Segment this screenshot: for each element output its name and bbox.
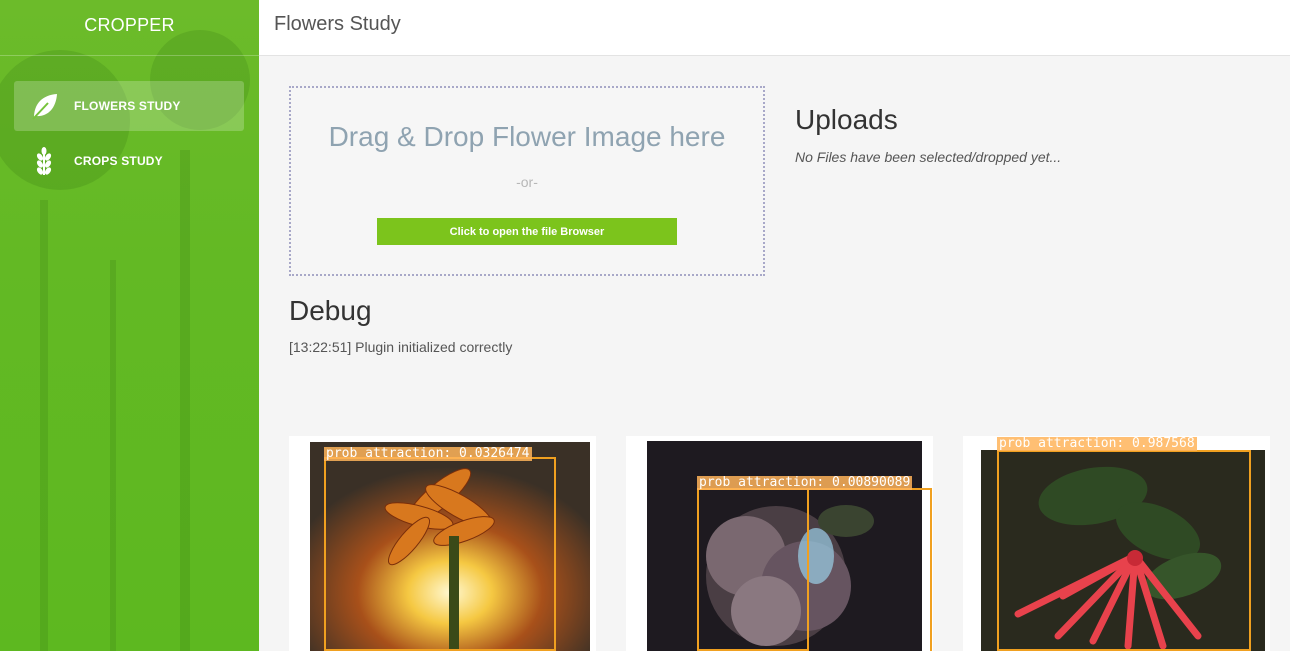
leaf-icon <box>28 90 60 122</box>
dropzone-title: Drag & Drop Flower Image here <box>328 121 726 152</box>
result-card[interactable]: prob attraction: 0.0326474 <box>289 436 596 651</box>
uploads-empty-message: No Files have been selected/dropped yet.… <box>795 149 1062 165</box>
app-brand: CROPPER <box>0 0 259 56</box>
image-dropzone[interactable]: Drag & Drop Flower Image here -or- Click… <box>289 86 765 276</box>
result-card[interactable]: prob attraction: 0.987568 <box>963 436 1270 651</box>
detection-box <box>324 457 556 651</box>
page-title: Flowers Study <box>274 13 401 35</box>
uploads-title: Uploads <box>795 104 898 135</box>
result-card[interactable]: prob attraction: 0.00890089 <box>626 436 933 651</box>
sidebar-item-label: CROPS STUDY <box>74 154 163 168</box>
debug-log-line: [13:22:51] Plugin initialized correctly <box>289 339 513 355</box>
detection-label: prob attraction: 0.0326474 <box>324 446 532 461</box>
detection-box <box>997 450 1251 651</box>
dropzone-or-separator: -or- <box>516 174 538 190</box>
sidebar-nav: FLOWERS STUDY CROPS STUDY <box>0 56 259 186</box>
top-header: Flowers Study <box>259 0 1290 56</box>
sidebar-item-label: FLOWERS STUDY <box>74 99 181 113</box>
debug-title: Debug <box>289 295 372 326</box>
sidebar-item-flowers-study[interactable]: FLOWERS STUDY <box>14 81 244 131</box>
detection-box <box>697 488 932 651</box>
sidebar-item-crops-study[interactable]: CROPS STUDY <box>14 136 244 186</box>
detection-label: prob attraction: 0.00890089 <box>697 475 913 490</box>
detection-label: prob attraction: 0.987568 <box>997 436 1197 451</box>
sidebar: CROPPER FLOWERS STUDY CROPS STUDY <box>0 0 259 651</box>
wheat-icon <box>28 145 60 177</box>
open-file-browser-button[interactable]: Click to open the file Browser <box>377 218 677 245</box>
